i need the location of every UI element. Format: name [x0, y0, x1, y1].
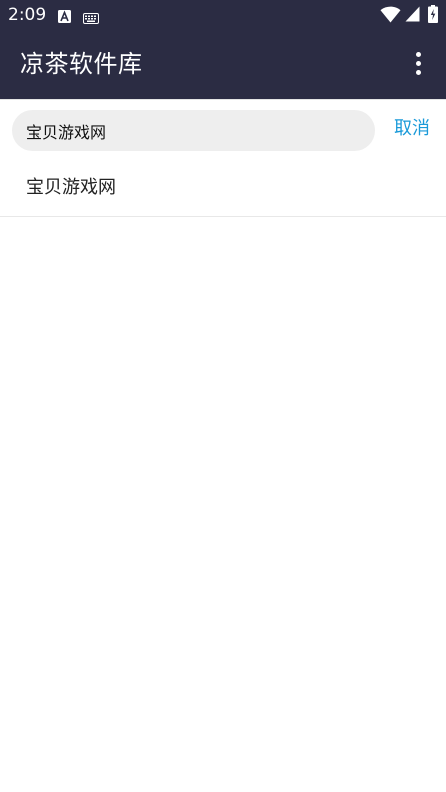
- search-box[interactable]: [12, 110, 375, 151]
- suggestion-label: 宝贝游戏网: [26, 177, 116, 198]
- status-bar: 2:09: [0, 0, 446, 30]
- more-options-button[interactable]: [406, 50, 430, 78]
- suggestion-item[interactable]: 宝贝游戏网: [0, 161, 446, 217]
- suggestion-list: 宝贝游戏网: [0, 161, 446, 217]
- app-title: 凉茶软件库: [20, 50, 143, 78]
- battery-charging-icon: [428, 5, 438, 27]
- cancel-button[interactable]: 取消: [394, 117, 430, 141]
- font-notification-icon: [58, 8, 71, 27]
- wifi-icon: [380, 6, 401, 27]
- app-bar: 凉茶软件库: [0, 30, 446, 99]
- keyboard-notification-icon: [83, 9, 99, 28]
- search-row: 取消: [0, 99, 446, 162]
- search-input[interactable]: [26, 110, 356, 151]
- screen: 2:09 凉茶软件库 宝贝游戏网 取消 宝贝游戏网: [0, 0, 446, 792]
- status-time: 2:09: [8, 5, 47, 25]
- cell-signal-icon: [405, 6, 420, 26]
